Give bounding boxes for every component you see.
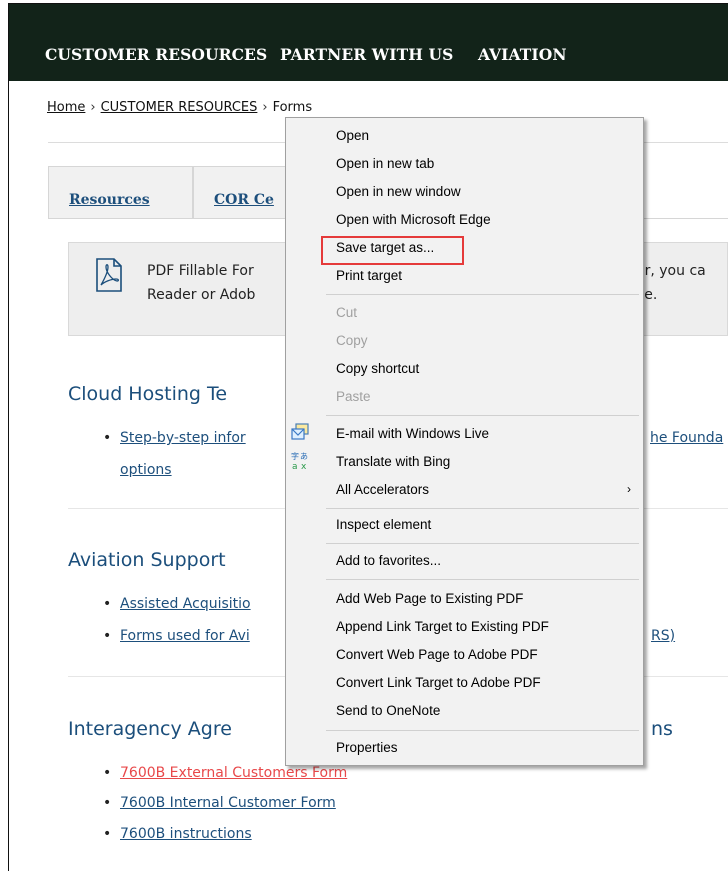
menu-separator <box>326 730 639 731</box>
link-step-by-step[interactable]: Step-by-step infor <box>120 430 246 446</box>
link-assisted-acquisition[interactable]: Assisted Acquisitio <box>120 596 251 612</box>
menu-separator <box>326 294 639 295</box>
menu-item-send-to-onenote[interactable]: Send to OneNote <box>336 703 440 718</box>
bullet: • <box>103 596 112 612</box>
menu-item-paste: Paste <box>336 389 371 404</box>
notice-text-line1: PDF Fillable For <box>147 263 254 279</box>
menu-item-convert-link-to-pdf[interactable]: Convert Link Target to Adobe PDF <box>336 675 541 690</box>
menu-item-add-page-to-pdf[interactable]: Add Web Page to Existing PDF <box>336 591 523 606</box>
menu-item-print-target[interactable]: Print target <box>336 268 402 283</box>
bullet: • <box>103 795 112 811</box>
svg-text:a: a <box>292 462 298 470</box>
breadcrumb-customer-resources[interactable]: CUSTOMER RESOURCES <box>101 100 258 115</box>
menu-item-email-windows-live[interactable]: E-mail with Windows Live <box>336 426 489 441</box>
top-navigation: CUSTOMER RESOURCES PARTNER WITH US AVIAT… <box>9 4 728 81</box>
svg-text:x: x <box>301 462 307 470</box>
svg-text:字: 字 <box>291 451 299 461</box>
chevron-right-icon: › <box>627 482 631 496</box>
link-step-by-step-end[interactable]: he Founda <box>650 430 723 446</box>
link-forms-aviation[interactable]: Forms used for Avi <box>120 628 250 644</box>
link-7600b-internal[interactable]: 7600B Internal Customer Form <box>120 795 336 811</box>
menu-item-open-new-window[interactable]: Open in new window <box>336 184 461 199</box>
menu-item-properties[interactable]: Properties <box>336 740 398 755</box>
link-options[interactable]: options <box>120 462 172 478</box>
tab-cor-label[interactable]: COR Ce <box>214 192 274 208</box>
bullet: • <box>103 628 112 644</box>
menu-item-inspect-element[interactable]: Inspect element <box>336 517 431 532</box>
menu-item-copy-shortcut[interactable]: Copy shortcut <box>336 361 419 376</box>
menu-item-all-accelerators[interactable]: All Accelerators <box>336 482 429 497</box>
nav-partner-with-us[interactable]: PARTNER WITH US <box>280 45 453 64</box>
translate-icon: 字 あ a x <box>291 451 308 470</box>
breadcrumb: Home › CUSTOMER RESOURCES › Forms <box>47 100 312 115</box>
breadcrumb-home[interactable]: Home <box>47 100 85 115</box>
menu-item-cut: Cut <box>336 305 358 320</box>
breadcrumb-separator: › <box>262 100 268 115</box>
menu-item-open-new-tab[interactable]: Open in new tab <box>336 156 434 171</box>
menu-item-translate-bing[interactable]: Translate with Bing <box>336 454 450 469</box>
section-title-cloud-hosting: Cloud Hosting Te <box>68 383 228 405</box>
section-title-interagency: Interagency Agre <box>68 718 232 740</box>
section-title-interagency-end: ns <box>651 718 673 740</box>
context-menu: Open Open in new tab Open in new window … <box>285 117 644 766</box>
bullet: • <box>103 765 112 781</box>
menu-item-save-target-as[interactable]: Save target as... <box>336 240 434 255</box>
nav-aviation[interactable]: AVIATION <box>478 45 567 64</box>
menu-item-append-link-to-pdf[interactable]: Append Link Target to Existing PDF <box>336 619 549 634</box>
menu-item-open[interactable]: Open <box>336 128 369 143</box>
bullet: • <box>103 826 112 842</box>
menu-separator <box>326 543 639 544</box>
bullet: • <box>103 430 112 446</box>
menu-item-open-with-edge[interactable]: Open with Microsoft Edge <box>336 212 491 227</box>
notice-text-line1-end: er, you ca <box>636 263 706 279</box>
link-forms-aviation-end[interactable]: RS) <box>651 628 675 644</box>
nav-customer-resources[interactable]: CUSTOMER RESOURCES <box>45 45 267 64</box>
link-7600b-external[interactable]: 7600B External Customers Form <box>120 765 347 781</box>
tab-resources-label[interactable]: Resources <box>69 192 150 208</box>
menu-item-copy: Copy <box>336 333 368 348</box>
svg-text:あ: あ <box>300 452 308 461</box>
menu-separator <box>326 415 639 416</box>
menu-item-convert-page-to-pdf[interactable]: Convert Web Page to Adobe PDF <box>336 647 538 662</box>
tab-resources[interactable]: Resources <box>48 166 193 219</box>
section-title-aviation-support: Aviation Support <box>68 549 226 571</box>
breadcrumb-separator: › <box>90 100 96 115</box>
notice-text-line2: Reader or Adob <box>147 287 256 303</box>
pdf-file-icon <box>96 258 122 292</box>
tab-cor-center[interactable]: COR Ce <box>193 166 293 219</box>
breadcrumb-current: Forms <box>272 100 313 115</box>
link-7600b-instructions[interactable]: 7600B instructions <box>120 826 252 842</box>
menu-separator <box>326 508 639 509</box>
menu-item-add-to-favorites[interactable]: Add to favorites... <box>336 553 441 568</box>
email-icon <box>291 423 309 440</box>
menu-separator <box>326 579 639 580</box>
